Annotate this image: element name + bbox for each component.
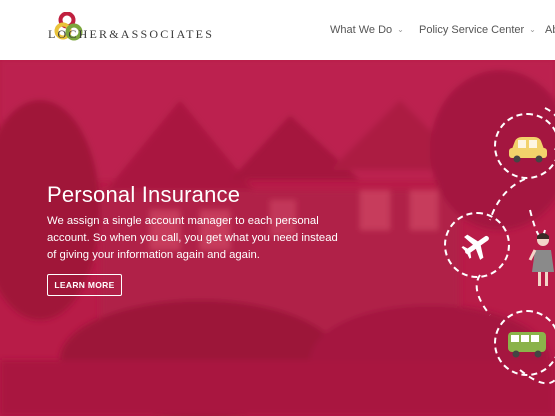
airplane-icon [461,234,489,260]
chevron-down-icon: ⌄ [529,25,536,34]
nav-item-what-we-do[interactable]: What We Do ⌄ [330,24,404,36]
site-header: LOCHER&ASSOCIATES What We Do ⌄ Policy Ser… [0,0,555,60]
hero-title: Personal Insurance [47,182,241,207]
hero-description: We assign a single account manager to ea… [47,215,338,261]
chevron-down-icon: ⌄ [397,25,404,34]
nav-item-policy-service-center[interactable]: Policy Service Center ⌄ [419,24,536,36]
nav-item-label: What We Do [330,24,393,36]
nav-item-label: Policy Service Center [419,24,525,36]
main-nav: What We Do ⌄ Policy Service Center ⌄ Ab [0,24,555,40]
bus-icon-circle [494,310,555,376]
person-icon [528,233,554,286]
nav-item-about[interactable]: Ab [545,24,555,36]
hero-section: Personal Insurance We assign a single ac… [0,60,555,416]
car-icon [509,137,547,163]
airplane-icon-circle [444,212,510,278]
learn-more-button[interactable]: LEARN MORE [47,274,122,296]
bus-icon [508,332,546,358]
car-icon-circle [494,113,555,179]
nav-item-label: Ab [545,24,555,36]
